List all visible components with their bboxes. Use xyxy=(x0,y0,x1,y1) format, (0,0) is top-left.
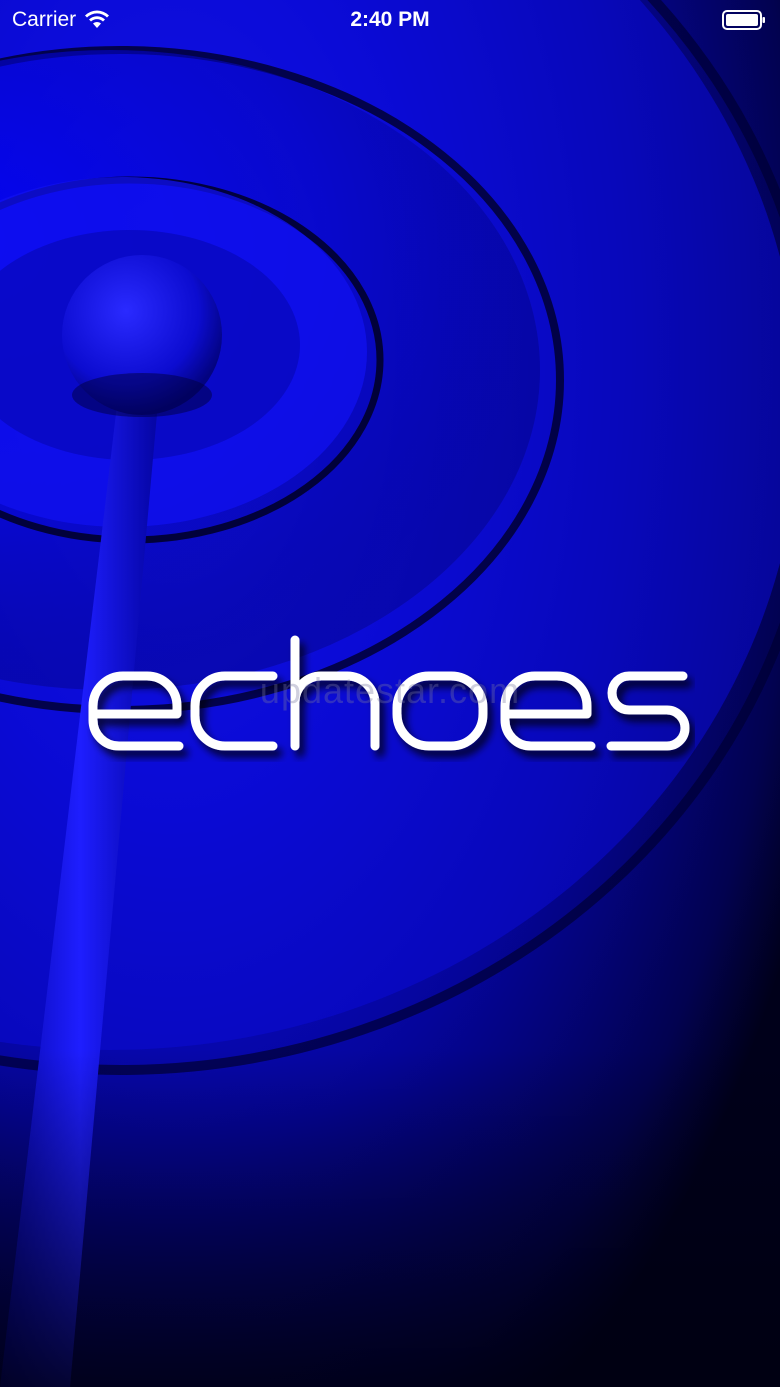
watermark: updatestar.com xyxy=(259,670,521,711)
splash-screen: Carrier 2:40 PM updatestar.com xyxy=(0,0,780,1387)
battery-icon xyxy=(722,10,765,30)
status-time: 2:40 PM xyxy=(350,8,430,31)
status-bar: Carrier 2:40 PM xyxy=(0,0,780,40)
